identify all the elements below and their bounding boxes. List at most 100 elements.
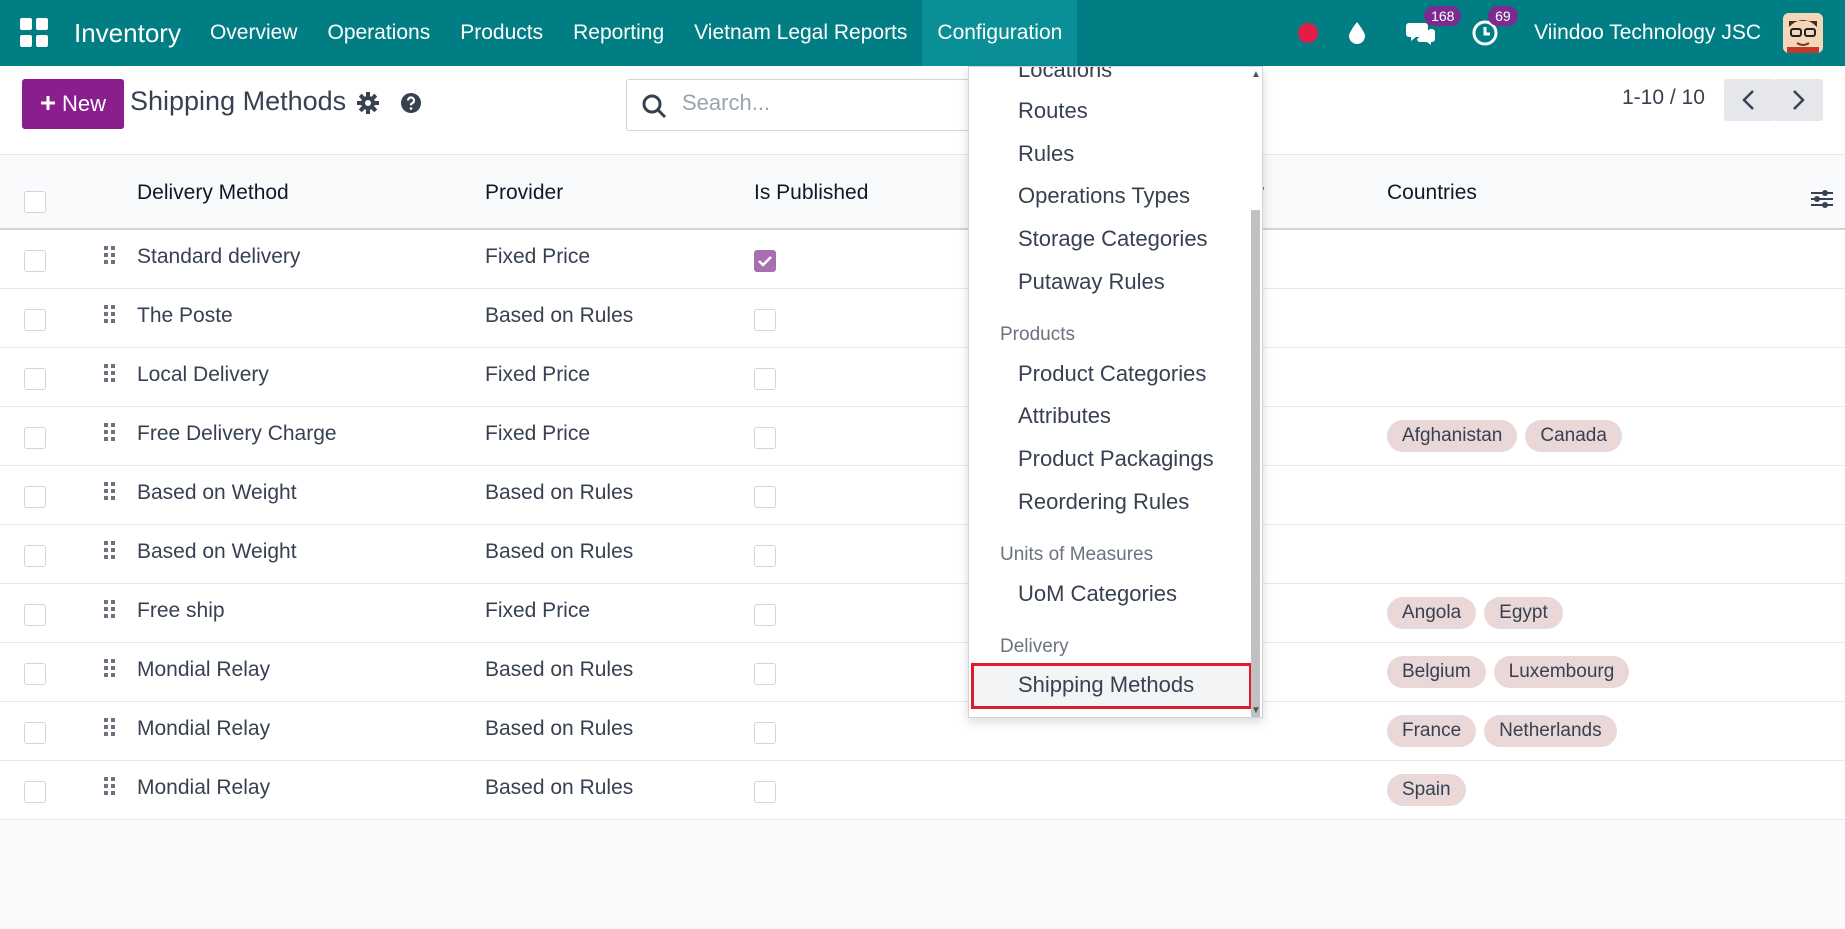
provider-cell: Fixed Price: [485, 599, 591, 622]
drag-handle-icon[interactable]: [104, 246, 115, 264]
row-checkbox[interactable]: [24, 309, 46, 331]
menu-item-reordering-rules[interactable]: Reordering Rules: [1018, 489, 1189, 515]
provider-cell: Based on Rules: [485, 658, 634, 681]
row-checkbox[interactable]: [24, 604, 46, 626]
app-name[interactable]: Inventory: [74, 18, 181, 49]
scroll-down-icon[interactable]: ▼: [1251, 705, 1261, 716]
is-published-checkbox[interactable]: [754, 722, 776, 744]
menu-item-uom-categories[interactable]: UoM Categories: [1018, 581, 1177, 607]
delivery-method-cell: Free ship: [137, 599, 225, 622]
drag-handle-icon[interactable]: [104, 777, 115, 795]
row-checkbox[interactable]: [24, 781, 46, 803]
drag-handle-icon[interactable]: [104, 659, 115, 677]
search-icon: [641, 93, 667, 124]
table-row[interactable]: Based on Weight Based on Rules: [0, 525, 1845, 584]
plus-icon: [40, 91, 56, 117]
table-row[interactable]: Standard delivery Fixed Price: [0, 230, 1845, 289]
row-checkbox[interactable]: [24, 545, 46, 567]
country-tag: Belgium: [1387, 656, 1486, 688]
row-checkbox[interactable]: [24, 427, 46, 449]
menu-item-product-packagings[interactable]: Product Packagings: [1018, 446, 1214, 472]
optional-columns-icon[interactable]: [1810, 188, 1834, 215]
row-checkbox[interactable]: [24, 250, 46, 272]
user-avatar[interactable]: [1783, 13, 1823, 53]
delivery-method-cell: Mondial Relay: [137, 776, 271, 799]
country-tag: Angola: [1387, 597, 1477, 629]
header-countries[interactable]: Countries: [1387, 181, 1477, 205]
country-tag: Luxembourg: [1493, 656, 1630, 688]
droplet-icon[interactable]: [1342, 18, 1372, 48]
pager-next-button[interactable]: [1773, 79, 1823, 121]
drag-handle-icon[interactable]: [104, 541, 115, 559]
apps-menu-icon[interactable]: [20, 18, 50, 48]
header-provider[interactable]: Provider: [485, 181, 563, 205]
is-published-checkbox[interactable]: [754, 250, 776, 272]
is-published-checkbox[interactable]: [754, 663, 776, 685]
record-icon[interactable]: [1298, 23, 1319, 43]
menu-item-product-categories[interactable]: Product Categories: [1018, 361, 1206, 387]
table-row[interactable]: Mondial Relay Based on Rules Spain: [0, 761, 1845, 820]
menu-item-attributes[interactable]: Attributes: [1018, 403, 1111, 429]
is-published-checkbox[interactable]: [754, 309, 776, 331]
menu-item-putaway-rules[interactable]: Putaway Rules: [1018, 269, 1165, 295]
menu-configuration[interactable]: Configuration: [922, 0, 1078, 66]
drag-handle-icon[interactable]: [104, 423, 115, 441]
menu-operations[interactable]: Operations: [312, 0, 445, 66]
check-icon: [758, 256, 772, 267]
provider-cell: Based on Rules: [485, 481, 634, 504]
messages-badge: 168: [1424, 6, 1462, 26]
menu-item-locations[interactable]: Locations: [1018, 67, 1112, 83]
pager-value[interactable]: 1-10 / 10: [1622, 86, 1705, 110]
table-row[interactable]: Local Delivery Fixed Price: [0, 348, 1845, 407]
drag-handle-icon[interactable]: [104, 600, 115, 618]
row-checkbox[interactable]: [24, 486, 46, 508]
table-row[interactable]: The Poste Based on Rules: [0, 289, 1845, 348]
menu-item-routes[interactable]: Routes: [1018, 98, 1088, 124]
company-switcher[interactable]: Viindoo Technology JSC: [1534, 21, 1761, 45]
row-checkbox[interactable]: [24, 368, 46, 390]
is-published-checkbox[interactable]: [754, 781, 776, 803]
menu-item-shipping-methods[interactable]: Shipping Methods: [1018, 672, 1194, 698]
delivery-method-cell: Based on Weight: [137, 481, 297, 504]
select-all-checkbox[interactable]: [24, 191, 46, 213]
row-checkbox[interactable]: [24, 722, 46, 744]
drag-handle-icon[interactable]: [104, 305, 115, 323]
menu-item-storage-categories[interactable]: Storage Categories: [1018, 226, 1208, 252]
pager-previous-button[interactable]: [1724, 79, 1774, 121]
control-panel: New Shipping Methods 1-10 / 10: [0, 66, 1845, 155]
is-published-checkbox[interactable]: [754, 604, 776, 626]
table-row[interactable]: Free Delivery Charge Fixed Price Afghanist…: [0, 407, 1845, 466]
table-row[interactable]: Free ship Fixed Price Angola Egypt: [0, 584, 1845, 643]
section-uom-header: Units of Measures: [1000, 544, 1154, 565]
gear-icon[interactable]: [356, 91, 380, 120]
menu-item-operations-types[interactable]: Operations Types: [1018, 183, 1190, 209]
drag-handle-icon[interactable]: [104, 364, 115, 382]
drag-handle-icon[interactable]: [104, 482, 115, 500]
header-is-published[interactable]: Is Published: [754, 181, 868, 205]
dropdown-scrollbar[interactable]: [1251, 210, 1260, 717]
messages-icon[interactable]: 168: [1406, 6, 1462, 48]
drag-handle-icon[interactable]: [104, 718, 115, 736]
is-published-checkbox[interactable]: [754, 486, 776, 508]
menu-reporting[interactable]: Reporting: [558, 0, 679, 66]
menu-vietnam-legal-reports[interactable]: Vietnam Legal Reports: [679, 0, 922, 66]
is-published-checkbox[interactable]: [754, 368, 776, 390]
table-row[interactable]: Mondial Relay Based on Rules Belgium Luxemb…: [0, 643, 1845, 702]
is-published-checkbox[interactable]: [754, 427, 776, 449]
delivery-method-cell: Standard delivery: [137, 245, 301, 268]
table-row[interactable]: Mondial Relay Based on Rules France Netherl…: [0, 702, 1845, 761]
scroll-up-icon[interactable]: ▲: [1251, 69, 1261, 80]
menu-overview[interactable]: Overview: [195, 0, 313, 66]
menu-products[interactable]: Products: [445, 0, 558, 66]
is-published-checkbox[interactable]: [754, 545, 776, 567]
country-tag: Afghanistan: [1387, 420, 1518, 452]
table-row[interactable]: Based on Weight Based on Rules: [0, 466, 1845, 525]
activity-clock-icon[interactable]: 69: [1470, 6, 1518, 48]
header-delivery-method[interactable]: Delivery Method: [137, 181, 289, 205]
row-checkbox[interactable]: [24, 663, 46, 685]
provider-cell: Fixed Price: [485, 363, 591, 386]
help-icon[interactable]: [400, 92, 422, 119]
new-button[interactable]: New: [22, 79, 124, 129]
countries-tags: France Netherlands: [1387, 715, 1617, 747]
menu-item-rules[interactable]: Rules: [1018, 141, 1074, 167]
